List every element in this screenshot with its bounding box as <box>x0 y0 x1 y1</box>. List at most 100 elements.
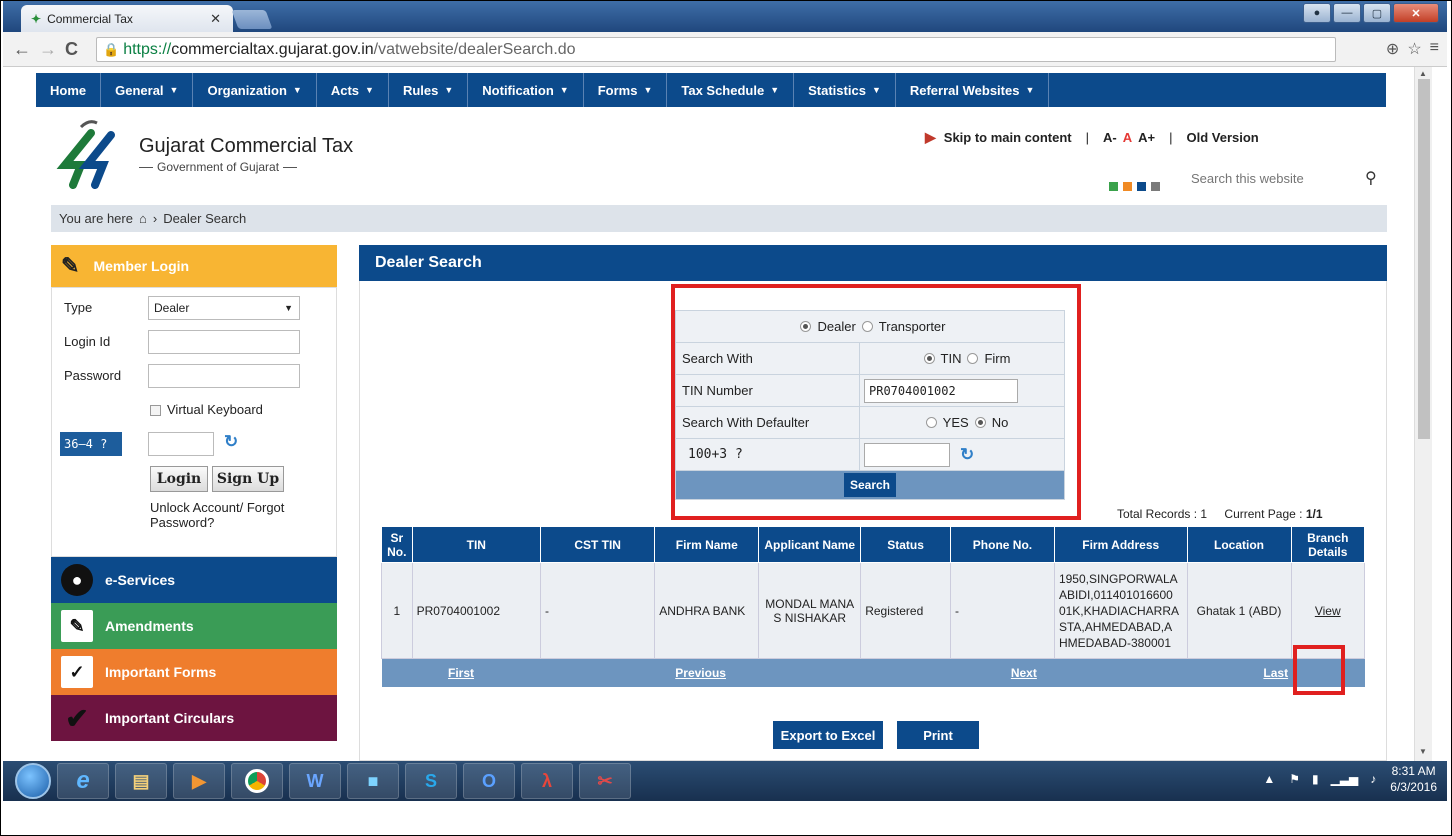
close-tab-icon[interactable]: ✕ <box>210 11 221 27</box>
menu-hamburger-icon[interactable]: ≡ <box>1430 39 1439 59</box>
browser-tab[interactable]: ✦ Commercial Tax ✕ <box>21 5 233 32</box>
search-captcha-input[interactable] <box>864 442 950 467</box>
tin-radio[interactable] <box>923 353 935 364</box>
menu-item-organization[interactable]: Organization ▼ <box>193 73 317 107</box>
sidebar-item-amendments[interactable]: ✎ Amendments <box>51 603 337 649</box>
sidebar-item-e-services[interactable]: ● e-Services <box>51 557 337 603</box>
clock[interactable]: 8:31 AM 6/3/2016 <box>1390 763 1437 795</box>
search-icon[interactable]: ⚲ <box>1365 168 1377 188</box>
sign-up-button[interactable]: Sign Up <box>212 466 284 492</box>
password-input[interactable] <box>148 364 300 388</box>
login-button[interactable]: Login <box>150 466 208 492</box>
window-controls: ● — ▢ ✕ <box>1303 3 1439 23</box>
scroll-up-icon[interactable]: ▲ <box>1419 69 1427 78</box>
transporter-radio[interactable] <box>861 321 873 332</box>
file-explorer-icon[interactable]: ▤ <box>115 763 167 799</box>
menu-item-general[interactable]: General ▼ <box>101 73 194 107</box>
home-icon[interactable]: ⌂ <box>139 211 147 226</box>
zoom-icon[interactable]: ⊕ <box>1386 39 1399 59</box>
close-window-button[interactable]: ✕ <box>1393 3 1439 23</box>
maximize-button[interactable]: ▢ <box>1363 3 1391 23</box>
flag-icon[interactable]: ⚑ <box>1289 772 1300 786</box>
first-page-link[interactable]: First <box>381 658 541 687</box>
menu-item-acts[interactable]: Acts ▼ <box>317 73 389 107</box>
font-increase-link[interactable]: A+ <box>1138 130 1155 145</box>
search-with-row: Search With TIN Firm <box>676 343 1064 375</box>
globe-icon: ● <box>61 564 93 596</box>
type-select[interactable]: Dealer ▼ <box>148 296 300 320</box>
lock-icon: 🔒 <box>103 41 120 57</box>
col-status: Status <box>860 526 951 563</box>
theme-orange-swatch[interactable] <box>1123 182 1132 191</box>
theme-gray-swatch[interactable] <box>1151 182 1160 191</box>
print-button[interactable]: Print <box>897 721 979 749</box>
folder-icon[interactable]: ■ <box>347 763 399 799</box>
pdf-reader-icon[interactable]: λ <box>521 763 573 799</box>
scroll-down-icon[interactable]: ▼ <box>1419 747 1427 756</box>
snipping-tool-icon[interactable]: ✂ <box>579 763 631 799</box>
tin-number-input[interactable]: PR0704001002 <box>864 378 1018 403</box>
font-reset-link[interactable]: A <box>1123 130 1132 145</box>
sidebar-item-important-circulars[interactable]: ✔ Important Circulars <box>51 695 337 741</box>
sidebar-item-important-forms[interactable]: ✓ Important Forms <box>51 649 337 695</box>
old-version-link[interactable]: Old Version <box>1187 130 1259 145</box>
sidebar-nav: ● e-Services ✎ Amendments ✓ Important Fo… <box>51 557 337 741</box>
start-button[interactable] <box>15 763 51 799</box>
menu-item-home[interactable]: Home <box>36 73 102 107</box>
back-arrow-icon[interactable]: ← <box>13 39 31 60</box>
skip-to-content-link[interactable]: Skip to main content <box>944 130 1072 145</box>
theme-blue-swatch[interactable] <box>1137 182 1146 191</box>
menu-item-forms[interactable]: Forms ▼ <box>584 73 668 107</box>
firm-radio[interactable] <box>967 353 979 364</box>
site-search: ⚲ <box>1191 163 1389 193</box>
menu-item-statistics[interactable]: Statistics ▼ <box>794 73 896 107</box>
menu-item-label: Organization <box>207 82 287 98</box>
address-bar[interactable]: 🔒 https:// commercialtax.gujarat.gov.in … <box>96 37 1336 62</box>
signal-icon[interactable]: ▁▃▅ <box>1331 772 1359 786</box>
chrome-icon[interactable] <box>231 763 283 799</box>
volume-icon[interactable]: ♪ <box>1370 772 1376 786</box>
menu-item-notification[interactable]: Notification ▼ <box>468 73 584 107</box>
new-tab-button[interactable] <box>231 10 273 29</box>
col-branch-details: Branch Details <box>1290 526 1365 563</box>
theme-green-swatch[interactable] <box>1109 182 1118 191</box>
bookmark-star-icon[interactable]: ☆ <box>1407 39 1421 59</box>
login-id-input[interactable] <box>148 330 300 354</box>
menu-item-label: Tax Schedule <box>681 82 765 98</box>
refresh-captcha-icon[interactable]: ↻ <box>960 445 974 465</box>
user-icon[interactable]: ● <box>1303 3 1331 23</box>
table-row: 1 PR0704001002 - ANDHRA BANK MONDAL MANA… <box>381 562 1365 659</box>
page-scrollbar[interactable]: ▲ ▼ <box>1414 67 1432 761</box>
battery-icon[interactable]: ▮ <box>1312 772 1319 786</box>
menu-item-tax-schedule[interactable]: Tax Schedule ▼ <box>667 73 795 107</box>
view-branch-link[interactable]: View <box>1315 604 1341 618</box>
forward-arrow-icon[interactable]: → <box>39 39 57 60</box>
previous-page-link[interactable]: Previous <box>540 658 861 687</box>
site-search-input[interactable] <box>1191 170 1351 186</box>
font-decrease-link[interactable]: A- <box>1103 130 1117 145</box>
tray-expand-icon[interactable]: ▲ <box>1263 772 1275 786</box>
login-captcha-input[interactable] <box>148 432 214 456</box>
menu-item-referral-websites[interactable]: Referral Websites ▼ <box>896 73 1050 107</box>
dealer-radio[interactable] <box>800 321 812 332</box>
menu-item-rules[interactable]: Rules ▼ <box>389 73 469 107</box>
scrollbar-thumb[interactable] <box>1418 79 1430 439</box>
skype-icon[interactable]: S <box>405 763 457 799</box>
defaulter-yes-radio[interactable] <box>925 417 937 428</box>
search-button[interactable]: Search <box>843 473 897 497</box>
highlight-view-link <box>1293 645 1345 695</box>
refresh-captcha-icon[interactable]: ↻ <box>224 432 238 452</box>
next-page-link[interactable]: Next <box>860 658 1187 687</box>
virtual-keyboard-checkbox[interactable]: Virtual Keyboard <box>150 402 263 417</box>
unlock-account-link[interactable]: Unlock Account/ Forgot Password? <box>150 500 320 530</box>
word-icon[interactable]: W <box>289 763 341 799</box>
chevron-down-icon: ▼ <box>643 85 653 95</box>
export-excel-button[interactable]: Export to Excel <box>773 721 883 749</box>
site-branding[interactable]: Gujarat Commercial Tax Government of Guj… <box>51 119 353 189</box>
media-player-icon[interactable]: ▶ <box>173 763 225 799</box>
outlook-icon[interactable]: O <box>463 763 515 799</box>
reload-icon[interactable]: C <box>65 39 78 60</box>
defaulter-no-radio[interactable] <box>974 417 986 428</box>
internet-explorer-icon[interactable]: e <box>57 763 109 799</box>
minimize-button[interactable]: — <box>1333 3 1361 23</box>
